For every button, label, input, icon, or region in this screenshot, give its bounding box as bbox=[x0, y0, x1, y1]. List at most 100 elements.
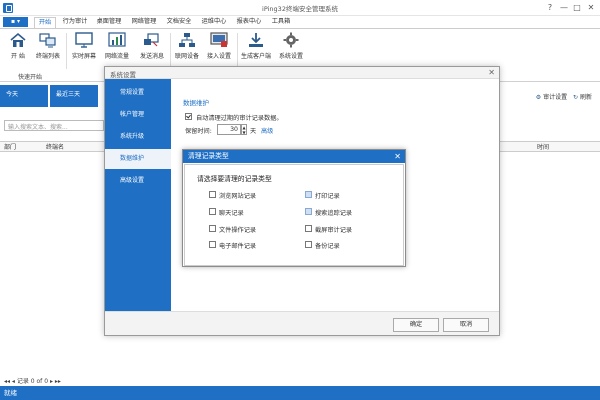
option-checkbox[interactable] bbox=[305, 241, 312, 248]
nav-data-maintenance[interactable]: 数据维护 bbox=[105, 149, 171, 169]
start-button-label: 开 始 bbox=[11, 53, 25, 60]
system-settings-button[interactable]: 系统设置 bbox=[277, 32, 305, 60]
send-message-icon bbox=[144, 33, 159, 47]
column-terminal-name[interactable]: 终端名 bbox=[46, 143, 64, 152]
tab-start[interactable]: 开始 bbox=[34, 17, 56, 28]
option-label: 搜索追踪记录 bbox=[315, 210, 353, 217]
system-settings-label: 系统设置 bbox=[278, 53, 303, 60]
ribbon-separator bbox=[170, 33, 171, 69]
option-label: 文件操作记录 bbox=[219, 227, 257, 234]
gear-icon bbox=[283, 32, 299, 48]
realtime-screen-button[interactable]: 实时屏幕 bbox=[70, 32, 98, 60]
search-input[interactable]: 输入搜索文本、搜索... bbox=[4, 120, 104, 131]
ribbon-separator bbox=[66, 33, 67, 69]
tab-desktop-management[interactable]: 桌面管理 bbox=[94, 17, 124, 28]
ribbon-tab-bar: ▪ ▾ 开始 行为审计 桌面管理 网络管理 文档安全 运维中心 报表中心 工具箱 bbox=[0, 16, 600, 28]
sub-dialog-body: 请选择要清理的记录类型 浏览网站记录 聊天记录 文件操作记录 电子邮件记录 打印… bbox=[184, 164, 404, 266]
ribbon-group-label: 快速开始 bbox=[18, 74, 43, 81]
network-traffic-button[interactable]: 网络流量 bbox=[103, 32, 131, 60]
networked-devices-label: 联网设备 bbox=[174, 53, 199, 60]
network-device-icon bbox=[179, 33, 195, 47]
dialog-title: 系统设置 bbox=[105, 67, 499, 79]
audit-settings-button[interactable]: 审计设置 bbox=[543, 94, 567, 101]
column-time[interactable]: 时间 bbox=[537, 143, 549, 152]
dialog-close-icon[interactable]: ✕ bbox=[488, 68, 495, 77]
status-bar: 就绪 bbox=[0, 386, 600, 400]
nav-advanced-settings[interactable]: 高级设置 bbox=[105, 171, 171, 191]
option-checkbox[interactable] bbox=[209, 191, 216, 198]
pager: ◂◂ ◂ 记录 0 of 0 ▸ ▸▸ bbox=[4, 376, 61, 385]
generate-client-button[interactable]: 生成客户端 bbox=[240, 32, 272, 60]
sub-dialog-close-icon[interactable]: ✕ bbox=[394, 150, 401, 163]
nav-general-settings[interactable]: 常规设置 bbox=[105, 83, 171, 103]
option-label: 打印记录 bbox=[315, 193, 340, 200]
clean-record-types-dialog: 清理记录类型 ✕ 请选择要清理的记录类型 浏览网站记录 聊天记录 文件操作记录 … bbox=[182, 149, 406, 267]
nav-system-upgrade[interactable]: 系统升级 bbox=[105, 127, 171, 147]
minimize-button[interactable]: — bbox=[558, 2, 570, 13]
dialog-footer: 确定 取消 bbox=[105, 311, 499, 335]
advanced-link[interactable]: 高级 bbox=[261, 126, 273, 135]
help-button[interactable]: ? bbox=[544, 2, 556, 13]
monitor-icon bbox=[75, 32, 93, 48]
app-menu-button[interactable]: ▪ ▾ bbox=[3, 17, 28, 27]
tab-behavior-audit[interactable]: 行为审计 bbox=[60, 17, 90, 28]
sub-dialog-title: 清理记录类型 bbox=[183, 150, 405, 163]
cancel-button[interactable]: 取消 bbox=[443, 318, 489, 332]
pager-nav-icon[interactable]: ◂◂ ◂ bbox=[4, 378, 15, 385]
title-bar: iPing32终端安全管理系统 ? — □ ✕ bbox=[0, 0, 600, 16]
settings-nav: 常规设置 帐户管理 系统升级 数据维护 高级设置 bbox=[105, 79, 171, 323]
option-label: 备份记录 bbox=[315, 243, 340, 250]
tab-toolbox[interactable]: 工具箱 bbox=[269, 17, 293, 28]
option-checkbox[interactable] bbox=[209, 225, 216, 232]
maximize-button[interactable]: □ bbox=[571, 2, 583, 13]
access-settings-button[interactable]: 接入设置 bbox=[205, 32, 233, 60]
refresh-button[interactable]: 刷新 bbox=[580, 94, 592, 101]
retain-days-stepper[interactable]: ▲ ▼ bbox=[241, 124, 247, 135]
retain-label: 保留时间: bbox=[185, 128, 212, 135]
ribbon-separator bbox=[237, 33, 238, 69]
retain-days-input[interactable]: 30 bbox=[217, 124, 241, 135]
access-settings-label: 接入设置 bbox=[206, 53, 231, 60]
terminal-list-icon bbox=[39, 33, 56, 48]
refresh-icon: ↻ bbox=[573, 94, 579, 101]
home-icon bbox=[10, 32, 26, 47]
start-button[interactable]: 开 始 bbox=[6, 32, 30, 60]
auto-clean-checkbox[interactable] bbox=[185, 113, 192, 120]
option-label: 聊天记录 bbox=[219, 210, 244, 217]
download-icon bbox=[249, 33, 263, 47]
terminal-list-button[interactable]: 终端列表 bbox=[34, 32, 62, 60]
networked-devices-button[interactable]: 联网设备 bbox=[173, 32, 201, 60]
option-checkbox[interactable] bbox=[305, 225, 312, 232]
option-label: 截屏审计记录 bbox=[315, 227, 353, 234]
access-settings-icon bbox=[210, 32, 228, 47]
option-checkbox[interactable] bbox=[305, 191, 312, 198]
column-department[interactable]: 部门 bbox=[4, 143, 16, 152]
send-message-button[interactable]: 发送消息 bbox=[137, 32, 167, 60]
ok-button[interactable]: 确定 bbox=[393, 318, 439, 332]
auto-clean-label: 自动清理过期的审计记录数据。 bbox=[196, 115, 283, 122]
pager-record-count: 记录 0 of 0 bbox=[16, 378, 49, 385]
window-title: iPing32终端安全管理系统 bbox=[262, 5, 338, 13]
close-button[interactable]: ✕ bbox=[585, 2, 597, 13]
tab-document-security[interactable]: 文档安全 bbox=[164, 17, 194, 28]
audit-toolbar: ⚙ 审计设置 ↻ 刷新 bbox=[536, 92, 592, 101]
terminal-list-label: 终端列表 bbox=[35, 53, 60, 60]
option-label: 浏览网站记录 bbox=[219, 193, 257, 200]
realtime-screen-label: 实时屏幕 bbox=[71, 53, 96, 60]
option-checkbox[interactable] bbox=[305, 208, 312, 215]
option-label: 电子邮件记录 bbox=[219, 243, 257, 250]
pager-nav-icon[interactable]: ▸ ▸▸ bbox=[50, 378, 61, 385]
tab-ops-center[interactable]: 运维中心 bbox=[199, 17, 229, 28]
retain-unit: 天 bbox=[250, 128, 257, 135]
generate-client-label: 生成客户端 bbox=[240, 53, 271, 60]
option-checkbox[interactable] bbox=[209, 241, 216, 248]
day-today[interactable]: 今天 bbox=[0, 85, 48, 107]
sub-dialog-heading: 请选择要清理的记录类型 bbox=[197, 175, 272, 183]
option-checkbox[interactable] bbox=[209, 208, 216, 215]
network-traffic-label: 网络流量 bbox=[104, 53, 129, 60]
tab-network-management[interactable]: 网络管理 bbox=[129, 17, 159, 28]
nav-account-management[interactable]: 帐户管理 bbox=[105, 105, 171, 125]
tab-report-center[interactable]: 报表中心 bbox=[234, 17, 264, 28]
day-last-three[interactable]: 最近三天 bbox=[50, 85, 98, 107]
audit-settings-icon: ⚙ bbox=[535, 94, 542, 101]
